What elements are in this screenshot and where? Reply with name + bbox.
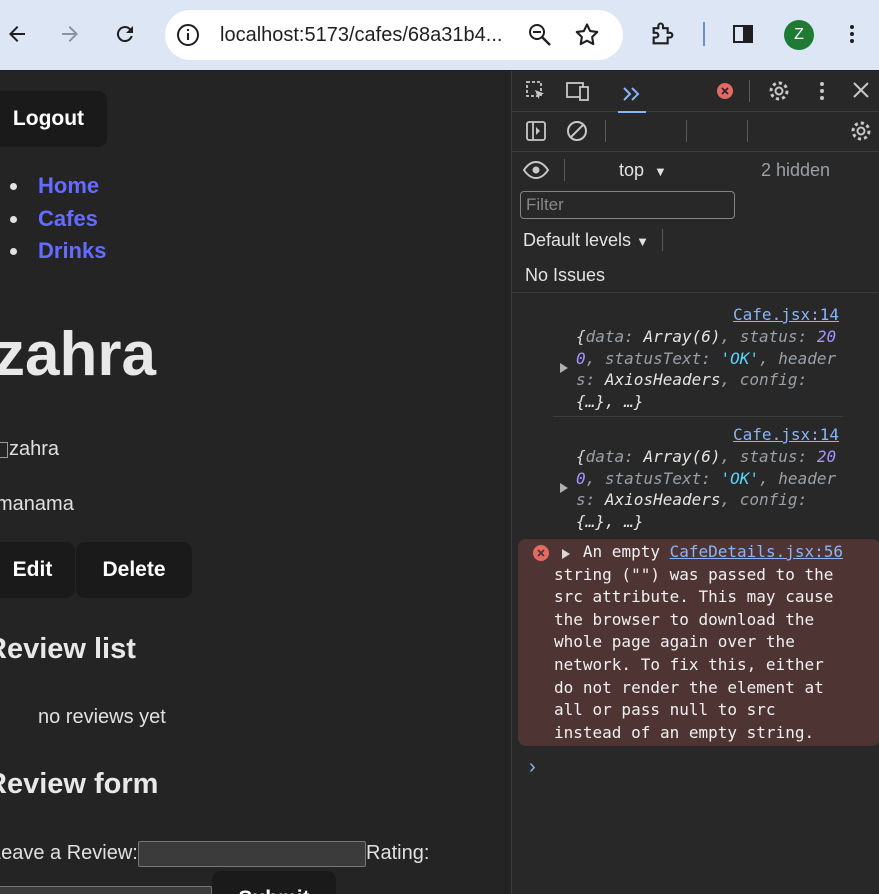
back-button[interactable]	[0, 13, 38, 55]
issues-bar[interactable]: No Issues	[512, 257, 879, 293]
console-toolbar: top ▼ 2 hidden	[512, 111, 879, 180]
submit-button[interactable]: Submit	[212, 871, 336, 894]
no-reviews-text: no reviews yet	[38, 706, 166, 728]
devtools-tab-bar	[512, 71, 879, 113]
console-settings-gear-icon[interactable]	[849, 119, 873, 143]
browser-toolbar: localhost:5173/cafes/68a31b4... Z	[0, 0, 879, 71]
context-selector[interactable]: top ▼	[619, 160, 667, 181]
console-message[interactable]: Cafe.jsx:14 {data: Array(6), status: 20 …	[512, 423, 879, 533]
message-source-link[interactable]: Cafe.jsx:14	[733, 305, 839, 324]
toolbar-divider	[703, 22, 705, 46]
review-form-heading: Review form	[0, 768, 159, 800]
log-levels-dropdown[interactable]: Default levels ▼	[523, 230, 649, 251]
message-source-link[interactable]: Cafe.jsx:14	[733, 425, 839, 444]
settings-gear-icon[interactable]	[767, 79, 791, 103]
device-toolbar-icon[interactable]	[565, 79, 591, 103]
console-filter-input[interactable]: Filter	[520, 191, 735, 219]
hidden-messages-count: 2 hidden	[761, 160, 831, 180]
address-bar[interactable]: localhost:5173/cafes/68a31b4...	[165, 10, 623, 60]
cafe-location: manama	[0, 493, 74, 515]
console-prompt-icon[interactable]: ›	[529, 756, 536, 779]
error-source-link[interactable]: CafeDetails.jsx:56	[670, 542, 843, 561]
forward-button[interactable]	[49, 13, 91, 55]
arrow-left-icon	[9, 26, 25, 42]
browser-menu-button[interactable]	[831, 13, 873, 55]
expand-triangle-icon[interactable]	[560, 483, 568, 493]
profile-avatar[interactable]: Z	[784, 20, 814, 50]
arrow-right-icon	[62, 26, 78, 42]
web-page: Logout Home Cafes Drinks zahra zahra man…	[0, 71, 511, 894]
broken-image-icon	[0, 441, 8, 458]
side-panel-icon	[733, 25, 753, 43]
inspect-element-icon[interactable]	[524, 79, 548, 103]
review-list-heading: Review list	[0, 633, 136, 665]
nav-link-cafes[interactable]: Cafes	[9, 204, 106, 237]
more-tabs-icon[interactable]	[618, 77, 646, 113]
logout-button[interactable]: Logout	[0, 91, 107, 147]
nav-link-drinks[interactable]: Drinks	[9, 236, 106, 269]
cafe-name-heading: zahra	[0, 320, 156, 389]
puzzle-icon	[652, 22, 674, 45]
devtools-panel: top ▼ 2 hidden Filter Default levels ▼ N…	[511, 71, 879, 894]
rating-input[interactable]	[0, 886, 212, 894]
error-first-line: An empty	[582, 542, 670, 561]
review-text-input[interactable]	[138, 841, 366, 867]
rating-label: Rating:	[366, 842, 430, 864]
nav-link-home[interactable]: Home	[9, 171, 106, 204]
close-devtools-icon[interactable]	[850, 79, 872, 101]
devtools-menu-icon[interactable]	[812, 79, 832, 103]
delete-button[interactable]: Delete	[76, 542, 192, 598]
reload-button[interactable]	[104, 13, 146, 55]
main-nav: Home Cafes Drinks	[9, 171, 106, 269]
review-text-label: Leave a Review:	[0, 842, 138, 864]
cafe-image-alt: zahra	[9, 438, 60, 460]
error-count-icon[interactable]	[716, 82, 734, 100]
edit-button[interactable]: Edit	[0, 542, 75, 598]
cafe-image: zahra	[0, 438, 59, 461]
info-icon[interactable]	[175, 22, 201, 53]
extensions-button[interactable]	[642, 13, 684, 55]
sidebar-toggle-icon[interactable]	[524, 119, 548, 143]
live-expression-eye-icon[interactable]	[522, 159, 550, 181]
clear-console-icon[interactable]	[565, 119, 589, 143]
kebab-menu-icon	[850, 25, 854, 43]
reload-icon	[116, 26, 133, 43]
console-message[interactable]: Cafe.jsx:14 {data: Array(6), status: 20 …	[512, 303, 879, 413]
zoom-icon[interactable]	[527, 22, 553, 53]
url-text[interactable]: localhost:5173/cafes/68a31b4...	[220, 24, 502, 47]
star-icon[interactable]	[573, 21, 601, 54]
console-error-message[interactable]: An empty CafeDetails.jsx:56 string ("") …	[518, 539, 879, 746]
expand-triangle-icon[interactable]	[560, 363, 568, 373]
error-icon	[532, 544, 550, 567]
issues-text: No Issues	[525, 265, 606, 285]
side-panel-button[interactable]	[722, 13, 764, 55]
